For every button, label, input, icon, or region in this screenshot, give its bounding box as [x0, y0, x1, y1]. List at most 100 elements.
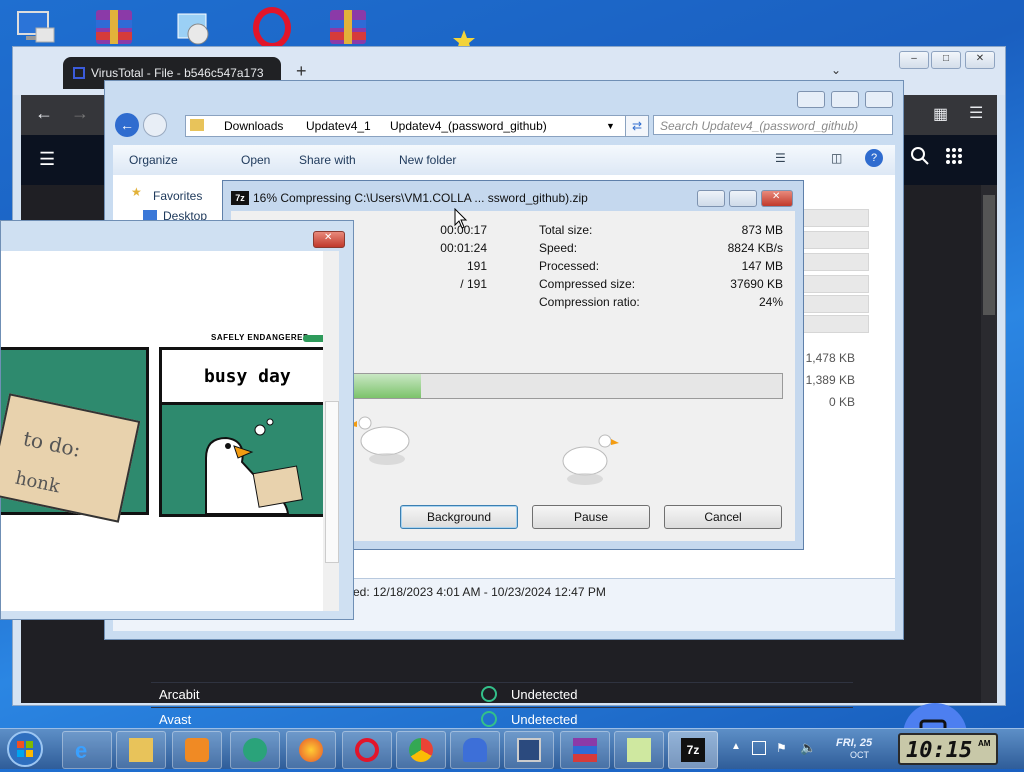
breadcrumb-item[interactable]: Updatev4_1: [306, 116, 371, 136]
progress-bar: [351, 373, 783, 399]
goose-sprite-icon: [555, 431, 625, 491]
taskbar-winrar-button[interactable]: [560, 731, 610, 769]
date-range-text: ed: 12/18/2023 4:01 AM - 10/23/2024 12:4…: [353, 585, 606, 599]
winrar-desktop-icon[interactable]: [92, 6, 136, 48]
search-field[interactable]: Search Updatev4_(password_github): [653, 115, 893, 135]
opera-desktop-icon[interactable]: [250, 6, 294, 49]
stat-value: 37690 KB: [730, 277, 783, 291]
cancel-button[interactable]: Cancel: [664, 505, 782, 529]
tab-search-chevron-icon[interactable]: ⌄: [831, 63, 841, 77]
monitor-icon: [517, 738, 541, 762]
maximize-button[interactable]: □: [931, 51, 961, 69]
taskbar-goose-button[interactable]: [614, 731, 664, 769]
forward-arrow-icon[interactable]: →: [71, 103, 89, 124]
comic-panel-1: to do: honk: [0, 347, 149, 523]
close-button[interactable]: ✕: [965, 51, 995, 69]
taskbar-chrome-button[interactable]: [396, 731, 446, 769]
new-tab-button[interactable]: +: [296, 61, 307, 82]
new-folder-button[interactable]: New folder: [399, 153, 456, 167]
taskbar-7zip-button[interactable]: 7z: [668, 731, 718, 769]
address-dropdown-icon[interactable]: ▼: [606, 116, 615, 136]
folder-icon: [129, 738, 153, 762]
flag-tray-icon[interactable]: ⚑: [776, 741, 787, 755]
viewer-close-button[interactable]: ✕: [313, 231, 345, 248]
goose-app-icon: [627, 738, 651, 762]
back-arrow-icon[interactable]: ←: [35, 103, 53, 124]
taskbar-app-button[interactable]: [230, 731, 280, 769]
extensions-puzzle-icon[interactable]: ▦: [933, 104, 948, 124]
hamburger-menu-icon[interactable]: ☰: [39, 149, 55, 170]
winrar-icon: [573, 738, 597, 762]
network-desktop-icon[interactable]: [172, 6, 216, 48]
stat-value: 24%: [758, 295, 783, 309]
folder-icon: [190, 119, 204, 131]
network-tray-icon[interactable]: [752, 741, 766, 755]
detection-row: Arcabit Undetected: [151, 682, 853, 707]
internet-explorer-icon: e: [75, 738, 88, 763]
tab-title: VirusTotal - File - b546c547a173: [91, 66, 264, 80]
taskbar: e 7z ▲ ⚑ 🔈 FRI, 25 OCT 10:15 AM: [0, 728, 1024, 769]
stat-value: 8824 KB/s: [727, 241, 783, 255]
explorer-maximize-button[interactable]: [831, 91, 859, 108]
date-day: FRI, 25: [836, 737, 873, 749]
stat-label: Total size:: [539, 223, 593, 237]
scrollbar-thumb[interactable]: [983, 195, 995, 315]
search-icon[interactable]: [911, 147, 929, 165]
viewer-scrollbar[interactable]: [323, 251, 339, 611]
stat-label: Compression ratio:: [539, 295, 640, 309]
preview-pane-icon[interactable]: ◫: [831, 151, 842, 165]
taskbar-ie-button[interactable]: e: [62, 731, 112, 769]
taskbar-app2-button[interactable]: [450, 731, 500, 769]
start-button[interactable]: [4, 729, 46, 769]
dialog-maximize-button[interactable]: [729, 190, 757, 207]
explorer-minimize-button[interactable]: [797, 91, 825, 108]
taskbar-firefox-button[interactable]: [286, 731, 336, 769]
command-bar: Organize Open Share with New folder ☰ ◫ …: [113, 145, 895, 176]
dialog-close-button[interactable]: ✕: [761, 190, 793, 207]
nav-favorites[interactable]: Favorites: [153, 189, 202, 203]
desktop-icon: [143, 210, 157, 220]
view-options-icon[interactable]: ☰: [775, 151, 786, 165]
clock-time: 10:15: [906, 738, 973, 763]
check-circle-icon: [481, 686, 497, 702]
minimize-button[interactable]: –: [899, 51, 929, 69]
computer-desktop-icon[interactable]: [12, 6, 56, 48]
stat-label: Speed:: [539, 241, 578, 255]
clock-widget[interactable]: 10:15 AM: [898, 733, 998, 765]
refresh-icon[interactable]: ⇄: [625, 115, 649, 137]
taskbar-media-button[interactable]: [172, 731, 222, 769]
image-viewer-window: ✕ SAFELY ENDANGERED to do: honk busy day: [0, 220, 354, 620]
pause-button[interactable]: Pause: [532, 505, 650, 529]
files-count: 191: [466, 259, 487, 273]
help-icon[interactable]: ?: [865, 149, 883, 167]
progress-fill: [352, 374, 421, 398]
show-hidden-icons-icon[interactable]: ▲: [731, 741, 741, 752]
dialog-minimize-button[interactable]: [697, 190, 725, 207]
address-bar[interactable]: Downloads Updatev4_1 Updatev4_(password_…: [185, 115, 627, 137]
goose-character: [176, 418, 326, 515]
breadcrumb-item[interactable]: Downloads: [224, 116, 283, 136]
scrollbar-thumb[interactable]: [325, 401, 339, 563]
winrar-archive-desktop-icon[interactable]: [326, 6, 370, 48]
goose-sprite-icon: [347, 413, 417, 473]
volume-tray-icon[interactable]: 🔈: [800, 740, 816, 756]
dialog-title: 16% Compressing C:\Users\VM1.COLLA ... s…: [253, 191, 588, 205]
organize-menu[interactable]: Organize: [129, 153, 178, 167]
back-button-icon[interactable]: ←: [115, 113, 139, 137]
blue-app-icon: [463, 738, 487, 762]
explorer-close-button[interactable]: [865, 91, 893, 108]
breadcrumb-item[interactable]: Updatev4_(password_github): [390, 116, 547, 136]
taskbar-explorer-button[interactable]: [116, 731, 166, 769]
comic-panel-2: busy day: [159, 347, 329, 517]
open-button[interactable]: Open: [241, 153, 270, 167]
page-scrollbar[interactable]: [981, 185, 997, 703]
stat-value: 147 MB: [741, 259, 783, 273]
taskbar-opera-button[interactable]: [342, 731, 392, 769]
background-button[interactable]: Background: [400, 505, 518, 529]
green-app-icon: [243, 738, 267, 762]
apps-grid-icon[interactable]: [945, 147, 963, 165]
browser-menu-icon[interactable]: ☰: [969, 103, 983, 123]
share-with-menu[interactable]: Share with: [299, 153, 356, 167]
forward-button-icon[interactable]: [143, 113, 167, 137]
taskbar-remote-button[interactable]: [504, 731, 554, 769]
